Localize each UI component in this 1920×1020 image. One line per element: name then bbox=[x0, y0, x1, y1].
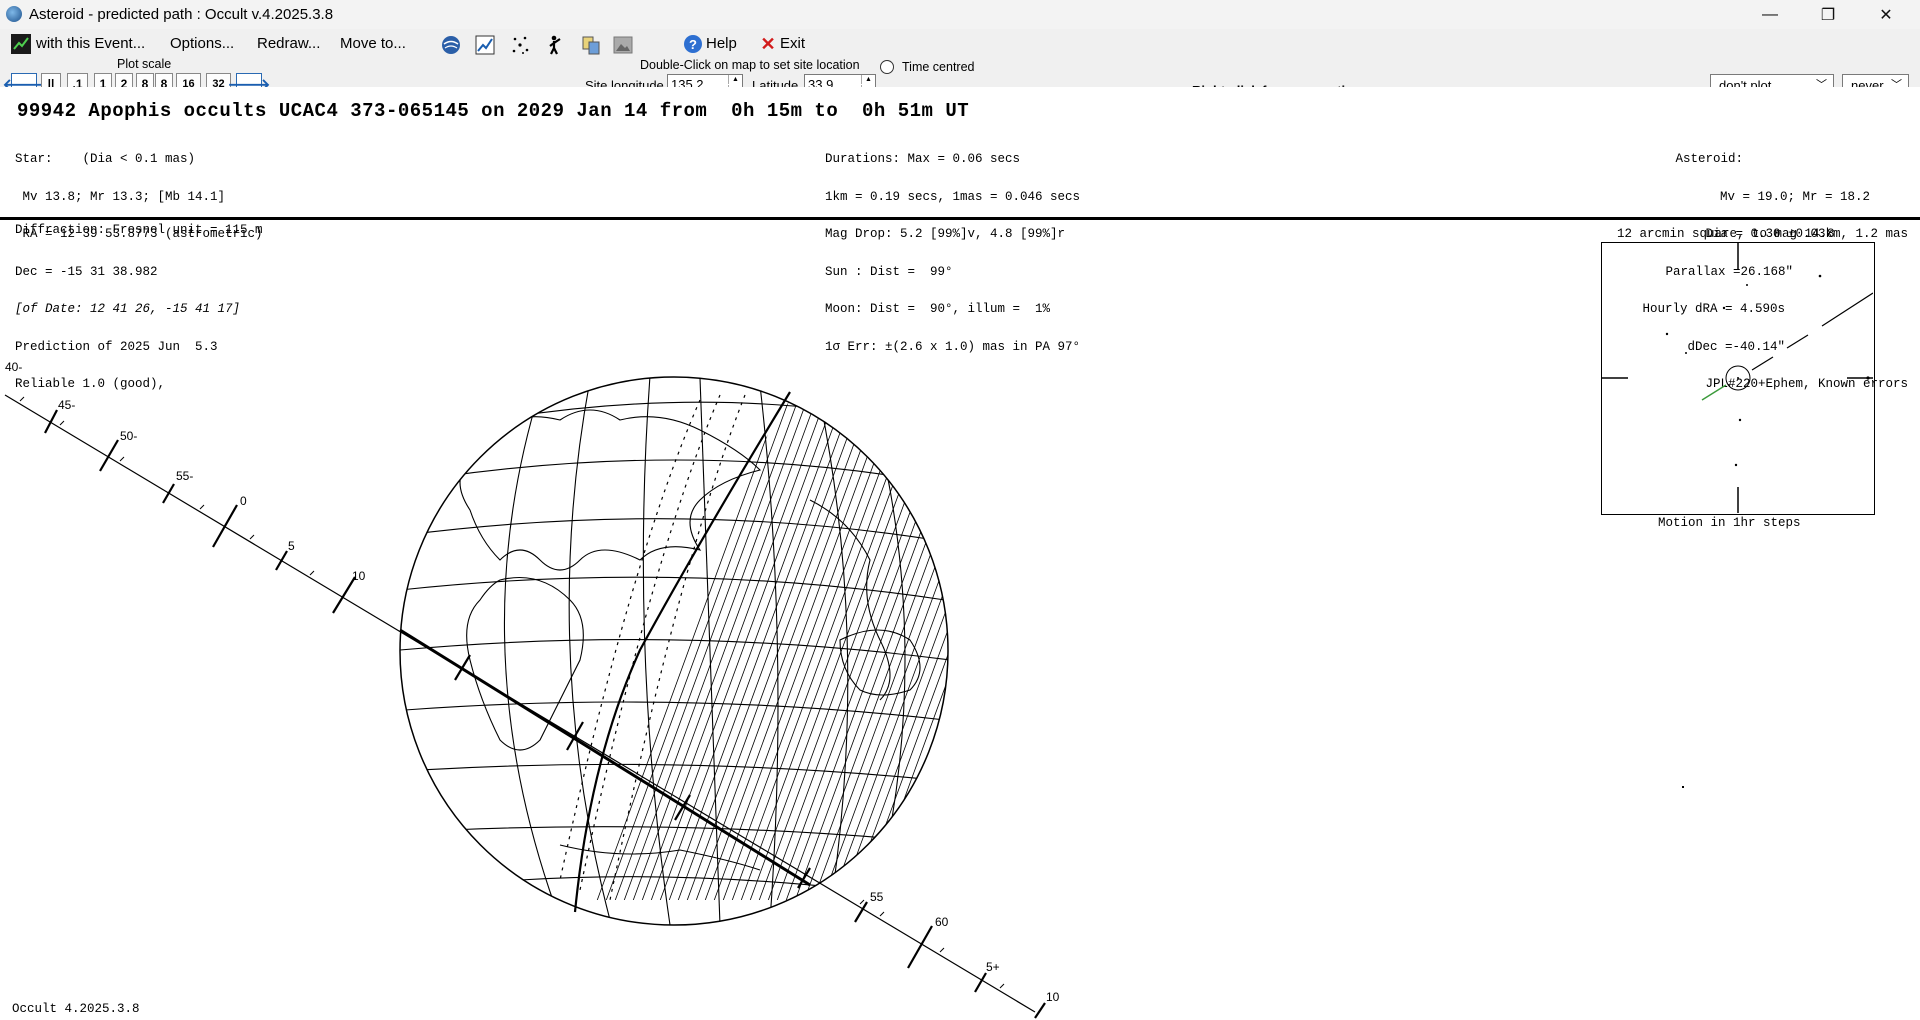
star-line: Mv 13.8; Mr 13.3; [Mb 14.1] bbox=[15, 189, 226, 204]
stars-icon[interactable] bbox=[510, 34, 532, 56]
finder-title: 12 arcmin square, to mag 14.8 bbox=[1617, 227, 1835, 241]
path-label: 55- bbox=[176, 469, 193, 483]
event-heading: 99942 Apophis occults UCAC4 373-065145 o… bbox=[17, 100, 970, 122]
path-label: 0 bbox=[240, 494, 247, 508]
event-icon[interactable] bbox=[11, 34, 31, 54]
minimize-button[interactable]: — bbox=[1741, 0, 1799, 29]
path-label: 10+ bbox=[1046, 990, 1060, 1004]
finder-chart bbox=[1601, 242, 1875, 515]
restore-button[interactable]: ❐ bbox=[1799, 0, 1857, 29]
app-icon bbox=[6, 6, 22, 22]
globe-icon[interactable] bbox=[440, 34, 462, 56]
path-label: 5+ bbox=[986, 960, 1000, 974]
path-label: 55 bbox=[870, 890, 884, 904]
globe-map: 40- 45- 50- 55- 0 5 10 55 60 5+ 10+ bbox=[4, 360, 1060, 1019]
path-label: 5 bbox=[288, 539, 295, 553]
path-label: 60 bbox=[935, 915, 949, 929]
menu-exit[interactable]: Exit bbox=[780, 35, 805, 52]
path-label: 50- bbox=[120, 429, 137, 443]
latitude-up-button[interactable]: ▲ bbox=[861, 75, 875, 84]
title-bar: Asteroid - predicted path : Occult v.4.2… bbox=[0, 0, 1920, 29]
exit-icon[interactable]: ✕ bbox=[759, 34, 777, 54]
menu-redraw[interactable]: Redraw... bbox=[257, 35, 320, 52]
image-icon[interactable] bbox=[612, 34, 634, 56]
finder-caption: Motion in 1hr steps bbox=[1658, 516, 1801, 530]
plot-scale-label: Plot scale bbox=[117, 57, 172, 71]
menu-help[interactable]: Help bbox=[706, 35, 737, 52]
observer-icon[interactable] bbox=[545, 34, 567, 56]
asteroid-line: Mv = 19.0; Mr = 18.2 bbox=[1719, 189, 1870, 204]
site-hint: Double-Click on map to set site location bbox=[640, 58, 860, 72]
menu-with-event[interactable]: with this Event... bbox=[36, 35, 145, 52]
menu-options[interactable]: Options... bbox=[170, 35, 234, 52]
time-centred-label: Time centred bbox=[902, 60, 975, 74]
stray-dot bbox=[1682, 786, 1684, 788]
copy-icon[interactable] bbox=[580, 34, 602, 56]
longitude-up-button[interactable]: ▲ bbox=[728, 75, 742, 84]
window-title: Asteroid - predicted path : Occult v.4.2… bbox=[29, 6, 334, 23]
footer-version: Occult 4.2025.3.8 bbox=[12, 1002, 140, 1016]
time-centred-radio[interactable] bbox=[880, 60, 894, 74]
toolbar-area: with this Event... Options... Redraw... … bbox=[0, 29, 1920, 98]
chart-icon[interactable] bbox=[474, 34, 496, 56]
path-label: 40- bbox=[5, 360, 22, 374]
help-icon[interactable]: ? bbox=[684, 35, 702, 53]
path-label: 45- bbox=[58, 398, 75, 412]
star-line: Star: (Dia < 0.1 mas) bbox=[15, 152, 196, 166]
header-separator bbox=[0, 217, 1920, 220]
duration-line: 1km = 0.19 secs, 1mas = 0.046 secs bbox=[825, 189, 1081, 204]
menu-move-to[interactable]: Move to... bbox=[340, 35, 406, 52]
asteroid-line: Asteroid: bbox=[1675, 152, 1743, 166]
path-label: 10 bbox=[352, 569, 366, 583]
duration-line: Durations: Max = 0.06 secs bbox=[825, 152, 1021, 166]
close-button[interactable]: ✕ bbox=[1857, 0, 1915, 29]
